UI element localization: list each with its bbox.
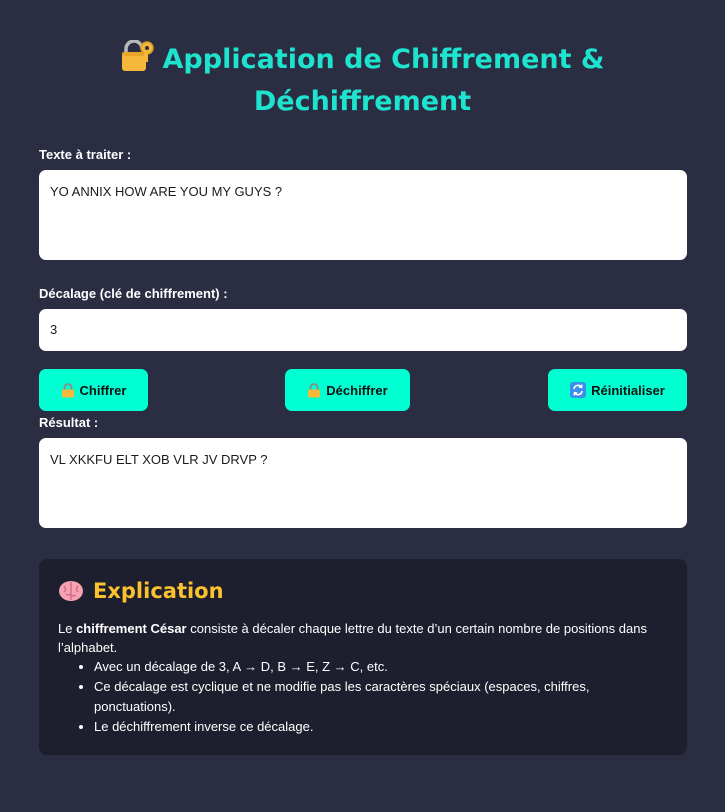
- explanation-heading: Explication: [58, 579, 668, 603]
- explanation-panel: Explication Le chiffrement César consist…: [39, 559, 687, 755]
- explanation-intro: Le chiffrement César consiste à décaler …: [58, 619, 668, 657]
- decrypt-button-label: Déchiffrer: [326, 382, 388, 398]
- title-text: Application de Chiffrement & Déchiffreme…: [162, 44, 605, 117]
- shift-label: Décalage (clé de chiffrement) :: [39, 286, 228, 301]
- explanation-list: Avec un décalage de 3, A → D, B → E, Z →…: [58, 657, 668, 737]
- reset-button-label: Réinitialiser: [591, 382, 665, 398]
- result-label: Résultat :: [39, 415, 99, 430]
- brain-icon: [58, 580, 84, 602]
- decrypt-button[interactable]: Déchiffrer: [285, 369, 410, 411]
- refresh-icon: [570, 382, 587, 398]
- result-output[interactable]: VL XKKFU ELT XOB VLR JV DRVP ?: [39, 438, 687, 528]
- list-item: Ce décalage est cyclique et ne modifie p…: [94, 677, 668, 717]
- list-item: Avec un décalage de 3, A → D, B → E, Z →…: [94, 657, 668, 677]
- explanation-title: Explication: [93, 579, 224, 603]
- input-label: Texte à traiter :: [39, 147, 132, 162]
- encrypt-button[interactable]: Chiffrer: [39, 369, 148, 411]
- shift-input[interactable]: 3: [39, 309, 687, 351]
- text-input[interactable]: YO ANNIX HOW ARE YOU MY GUYS ?: [39, 170, 687, 260]
- lock-icon: [61, 382, 75, 398]
- locked-with-key-icon: [121, 39, 155, 83]
- page-title: Application de Chiffrement & Déchiffreme…: [80, 39, 645, 121]
- lock-icon: [307, 382, 321, 398]
- reset-button[interactable]: Réinitialiser: [548, 369, 687, 411]
- intro-prefix: Le: [58, 621, 77, 636]
- encrypt-button-label: Chiffrer: [79, 382, 127, 398]
- intro-bold: chiffrement César: [76, 621, 187, 636]
- list-item: Le déchiffrement inverse ce décalage.: [94, 717, 668, 737]
